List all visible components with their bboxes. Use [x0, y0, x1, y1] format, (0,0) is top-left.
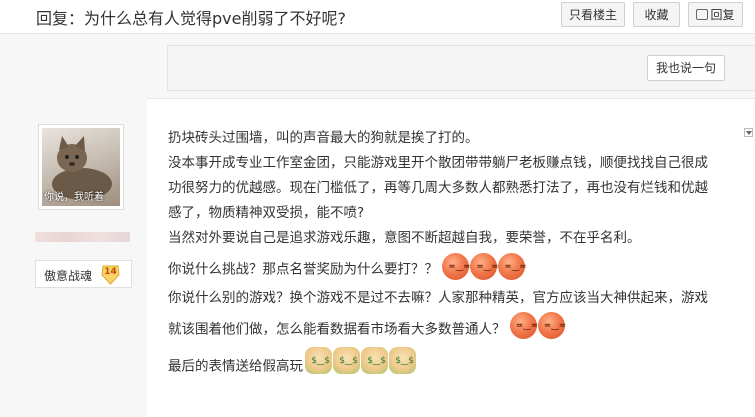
post-line: 感了，物质精神双受损，能不喷?	[168, 205, 365, 221]
avatar[interactable]: 你说，我听着	[38, 124, 124, 210]
blurred-username[interactable]	[35, 232, 130, 242]
angry-face-emoji-icon: ≖‿≖	[537, 312, 566, 339]
badge-name: 傲意战魂	[44, 269, 93, 283]
favorite-button[interactable]: 收藏	[633, 2, 680, 27]
level-number: 14	[104, 267, 117, 277]
post-line: 就该围着他们做，怎么能看数据看市场看大多数普通人？	[168, 321, 506, 338]
post-line: 没本事开成专业工作室金团，只能游戏里开个散团带带躺尸老板赚点钱，顺便找找自己很成	[168, 155, 708, 171]
angry-face-emoji-icon: ≖‿≖	[509, 312, 538, 339]
angry-face-emoji-icon: ≖‿≖	[442, 253, 471, 280]
member-badge[interactable]: 傲意战魂 14	[35, 260, 132, 288]
author-sidebar	[0, 34, 147, 417]
post-line-with-emoji: 就该围着他们做，怎么能看数据看市场看大多数普通人？ ≖‿≖ ≖‿≖	[168, 312, 566, 343]
cat-avatar-image: 你说，我听着	[42, 128, 120, 206]
money-face-emoji-icon: $‿$	[361, 347, 389, 374]
post-line-with-emoji: 最后的表情送给假高玩 $‿$ $‿$ $‿$ $‿$	[168, 347, 417, 380]
only-op-button[interactable]: 只看楼主	[561, 2, 625, 27]
reply-button[interactable]: 回复	[688, 2, 743, 27]
reply-button-label: 回复	[710, 8, 735, 22]
money-face-emoji-icon: $‿$	[333, 347, 361, 374]
post-menu-dropdown-icon[interactable]	[744, 128, 753, 137]
money-face-emoji-icon: $‿$	[389, 347, 417, 374]
post-line: 当然对外要说自己是追求游戏乐趣，意图不断超越自我，要荣誉，不在乎名利。	[168, 230, 641, 246]
thread-header: 回复：为什么总有人觉得pve削弱了不好呢? 只看楼主 收藏 回复	[0, 0, 755, 34]
thread-title: 回复：为什么总有人觉得pve削弱了不好呢?	[36, 9, 346, 28]
level-badge-icon: 14	[100, 264, 121, 285]
post-line: 最后的表情送给假高玩	[168, 358, 303, 375]
angry-face-emoji-icon: ≖‿≖	[498, 253, 527, 280]
money-face-emoji-icon: $‿$	[305, 347, 333, 374]
say-something-button[interactable]: 我也说一句	[647, 55, 725, 81]
post-line: 扔块砖头过围墙，叫的声音最大的狗就是挨了打的。	[168, 130, 479, 146]
post-line: 你说什么别的游戏？换个游戏不是过不去嘛？人家那种精英，官方应该当大神供起来，游戏	[168, 290, 708, 306]
angry-face-emoji-icon: ≖‿≖	[470, 253, 499, 280]
post-line: 功很努力的优越感。现在门槛低了，再等几周大多数人都熟悉打法了，再也没有烂钱和优越	[168, 180, 708, 196]
avatar-caption: 你说，我听着	[44, 192, 104, 203]
post-line: 你说什么挑战？那点名誉奖励为什么要打？？	[168, 261, 438, 278]
comment-icon	[696, 9, 709, 20]
post-line-with-emoji: 你说什么挑战？那点名誉奖励为什么要打？？ ≖‿≖ ≖‿≖ ≖‿≖	[168, 253, 527, 283]
